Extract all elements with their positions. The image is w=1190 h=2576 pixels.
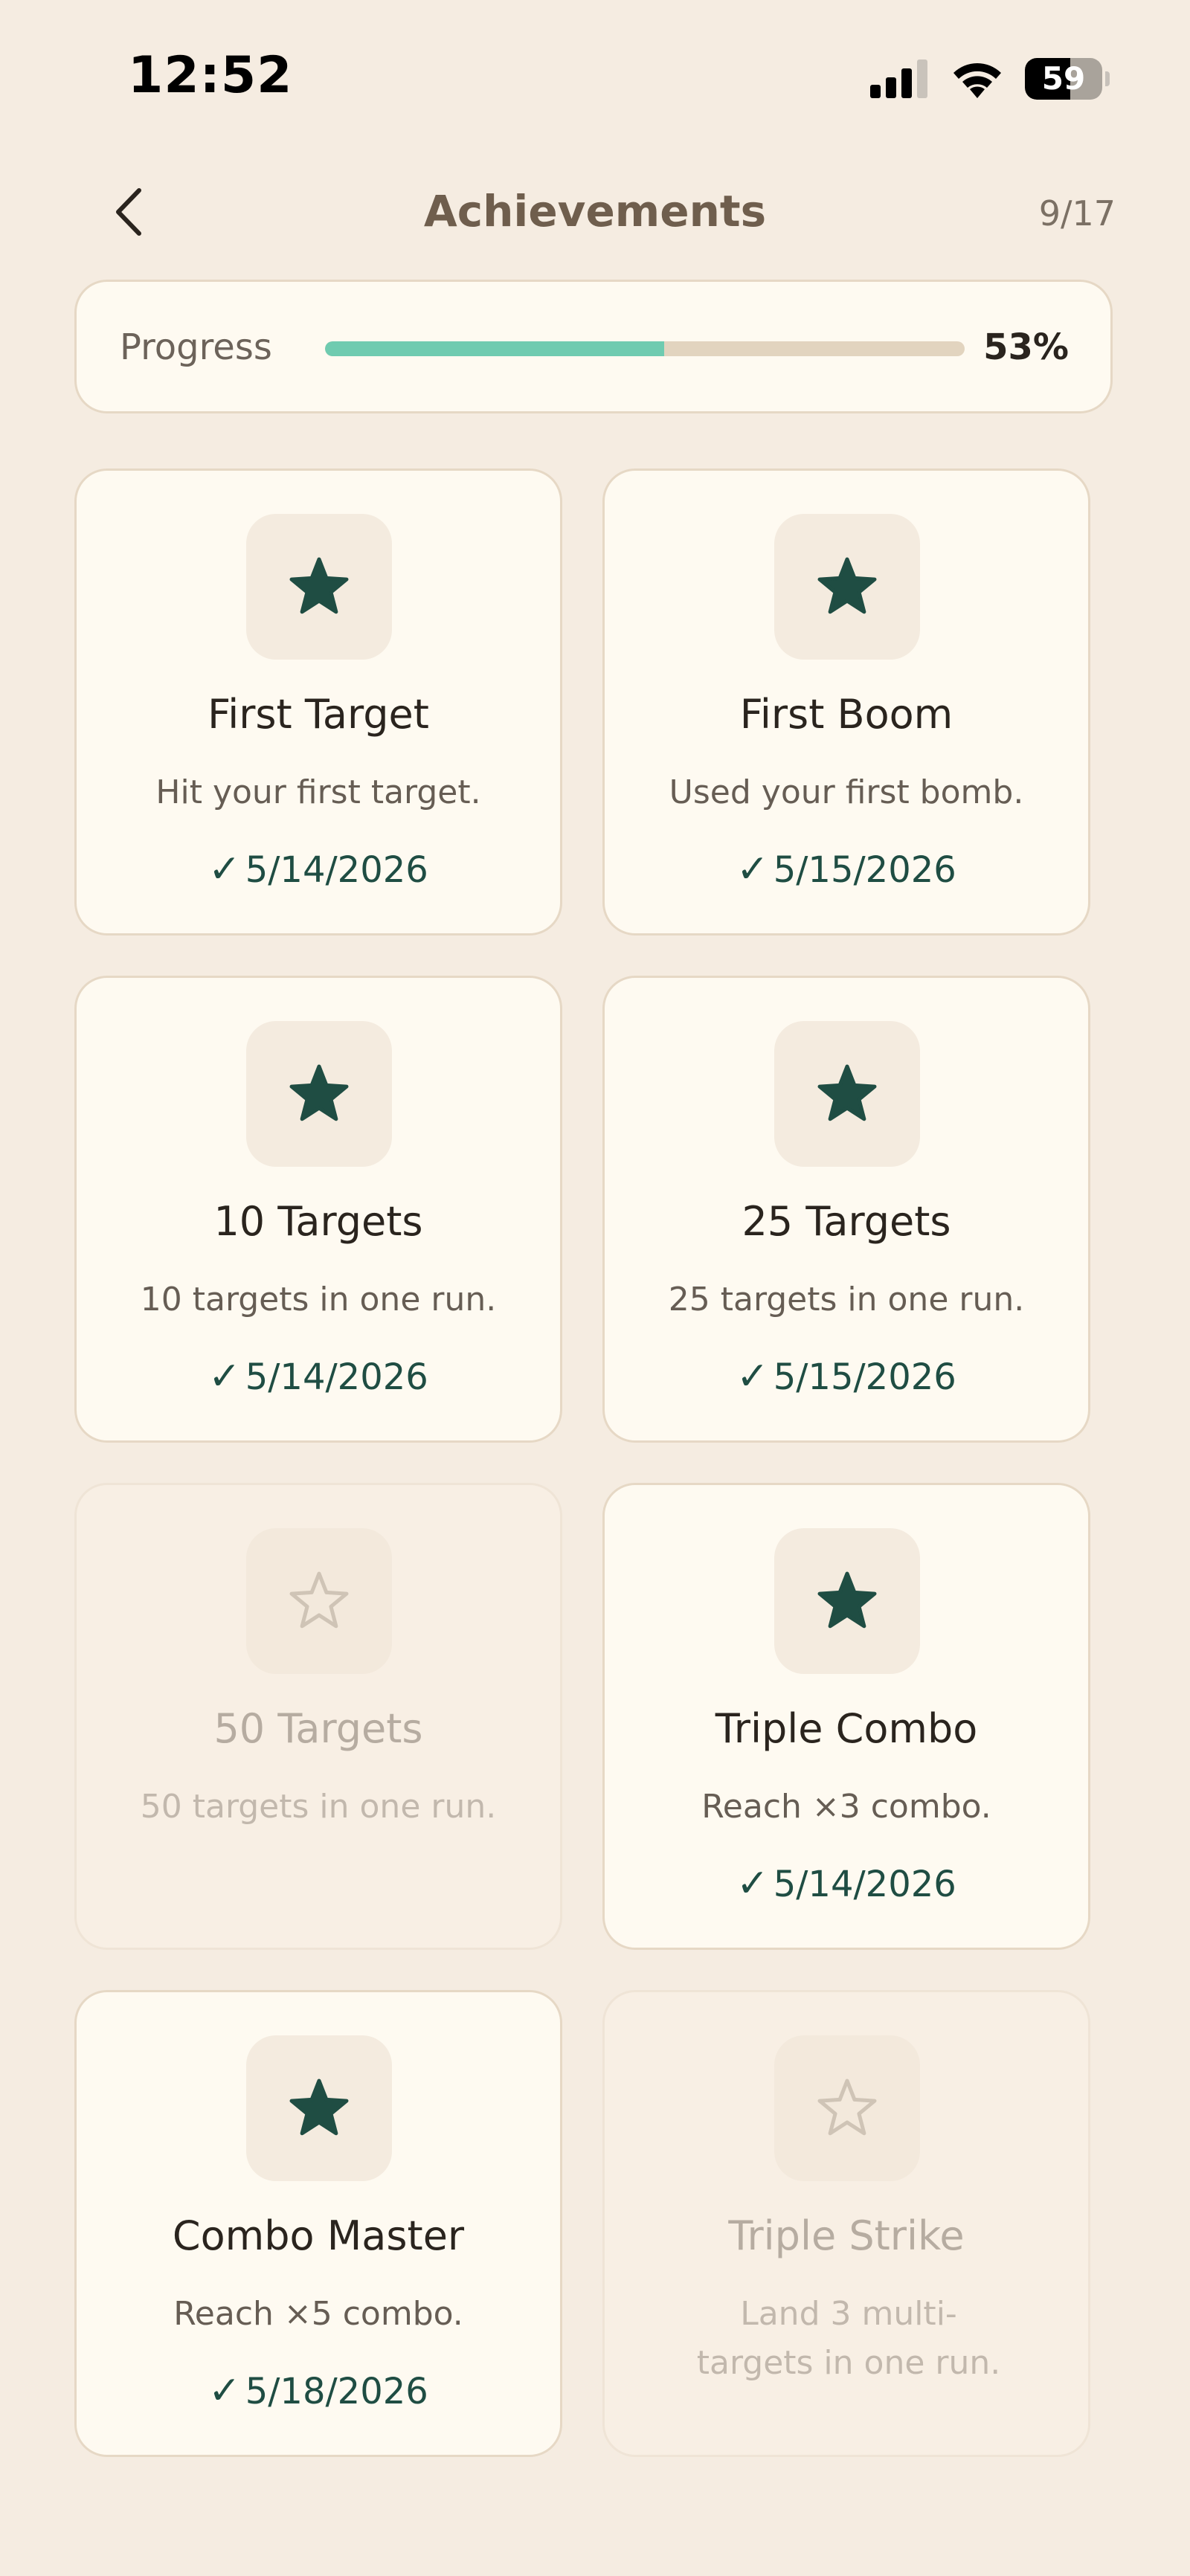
- status-time: 12:52: [128, 46, 293, 105]
- achievement-title: First Target: [208, 691, 429, 738]
- achievement-card[interactable]: First Boom Used your first bomb. ✓ 5/15/202…: [602, 468, 1090, 936]
- achievement-date-text: 5/14/2026: [245, 849, 428, 891]
- achievement-date: ✓ 5/18/2026: [77, 2369, 560, 2413]
- achievement-title: 10 Targets: [213, 1198, 423, 1245]
- star-filled-icon: [289, 2078, 349, 2136]
- achievement-title: 50 Targets: [213, 1705, 423, 1752]
- achievement-date: ✓ 5/14/2026: [77, 847, 560, 892]
- achievement-title: Combo Master: [172, 2212, 465, 2259]
- achievement-title: First Boom: [739, 691, 953, 738]
- achievement-date-text: 5/15/2026: [773, 849, 956, 891]
- achievement-card[interactable]: First Target Hit your first target. ✓ 5/14/…: [74, 468, 562, 936]
- star-filled-icon: [817, 557, 877, 614]
- checkmark-icon: ✓: [736, 1354, 769, 1399]
- star-filled-icon: [289, 557, 349, 614]
- achievement-icon-box: [246, 1021, 392, 1167]
- achievement-icon-box: [246, 1528, 392, 1674]
- achievement-description: Reach ×3 combo.: [701, 1788, 991, 1826]
- checkmark-icon: ✓: [736, 1861, 769, 1906]
- achievement-date: ✓ 5/14/2026: [77, 1354, 560, 1399]
- achievement-description: 10 targets in one run.: [140, 1281, 497, 1318]
- battery-body: 59: [1025, 58, 1102, 100]
- achievement-card[interactable]: Triple Combo Reach ×3 combo. ✓ 5/14/2026: [602, 1483, 1090, 1950]
- battery-indicator: 59: [1025, 58, 1110, 100]
- star-filled-icon: [289, 1064, 349, 1121]
- progress-label: Progress: [120, 326, 272, 368]
- achievement-card[interactable]: Combo Master Reach ×5 combo. ✓ 5/18/2026: [74, 1990, 562, 2457]
- progress-card: Progress 53%: [74, 280, 1113, 413]
- battery-tip: [1105, 71, 1110, 86]
- achievement-date-text: 5/15/2026: [773, 1356, 956, 1398]
- achievement-title: Triple Strike: [728, 2212, 965, 2259]
- achievement-card[interactable]: Triple Strike Land 3 multi-targets in one…: [602, 1990, 1090, 2457]
- achievement-description: Land 3 multi-targets in one run.: [696, 2295, 1001, 2382]
- star-outline-icon: [289, 1571, 349, 1629]
- status-bar: 12:52 59: [0, 0, 1190, 149]
- checkmark-icon: ✓: [736, 847, 769, 892]
- achievement-title: 25 Targets: [742, 1198, 951, 1245]
- wifi-icon: [953, 63, 1001, 98]
- achievement-date-text: 5/14/2026: [245, 1356, 428, 1398]
- achievement-date: ✓ 5/15/2026: [605, 847, 1088, 892]
- achievement-date: ✓ 5/15/2026: [605, 1354, 1088, 1399]
- achievement-description: Hit your first target.: [155, 773, 481, 811]
- achievement-card[interactable]: 10 Targets 10 targets in one run. ✓ 5/14/20…: [74, 976, 562, 1443]
- achievement-grid: First Target Hit your first target. ✓ 5/14/…: [74, 468, 1090, 2457]
- achievement-description: 50 targets in one run.: [140, 1788, 497, 1826]
- star-filled-icon: [817, 1064, 877, 1121]
- achievement-description: Reach ×5 combo.: [173, 2295, 463, 2333]
- page-title: Achievements: [423, 186, 767, 236]
- achievement-count: 9/17: [1038, 193, 1116, 234]
- achievement-date-text: 5/14/2026: [773, 1864, 956, 1905]
- achievement-card[interactable]: 25 Targets 25 targets in one run. ✓ 5/15/20…: [602, 976, 1090, 1443]
- checkmark-icon: ✓: [208, 1354, 241, 1399]
- progress-track: [325, 341, 965, 356]
- achievements-screen: 12:52 59 Achievements 9/17 Progress 53% …: [0, 0, 1190, 2576]
- achievement-icon-box: [774, 2035, 920, 2181]
- progress-percent: 53%: [983, 326, 1069, 368]
- checkmark-icon: ✓: [208, 2369, 241, 2413]
- star-outline-icon: [817, 2078, 877, 2136]
- achievement-card[interactable]: 50 Targets 50 targets in one run.: [74, 1483, 562, 1950]
- achievement-icon-box: [774, 514, 920, 660]
- achievement-icon-box: [774, 1528, 920, 1674]
- achievement-icon-box: [774, 1021, 920, 1167]
- achievement-description: 25 targets in one run.: [668, 1281, 1025, 1318]
- checkmark-icon: ✓: [208, 847, 241, 892]
- achievement-icon-box: [246, 514, 392, 660]
- achievement-title: Triple Combo: [715, 1705, 978, 1752]
- achievement-description: Used your first bomb.: [669, 773, 1024, 811]
- header: Achievements 9/17: [0, 164, 1190, 260]
- cellular-signal-icon: [870, 59, 927, 98]
- progress-fill: [325, 341, 664, 356]
- achievement-icon-box: [246, 2035, 392, 2181]
- achievement-date: ✓ 5/14/2026: [605, 1861, 1088, 1906]
- achievement-date-text: 5/18/2026: [245, 2371, 428, 2412]
- star-filled-icon: [817, 1571, 877, 1629]
- battery-level-text: 59: [1041, 60, 1086, 97]
